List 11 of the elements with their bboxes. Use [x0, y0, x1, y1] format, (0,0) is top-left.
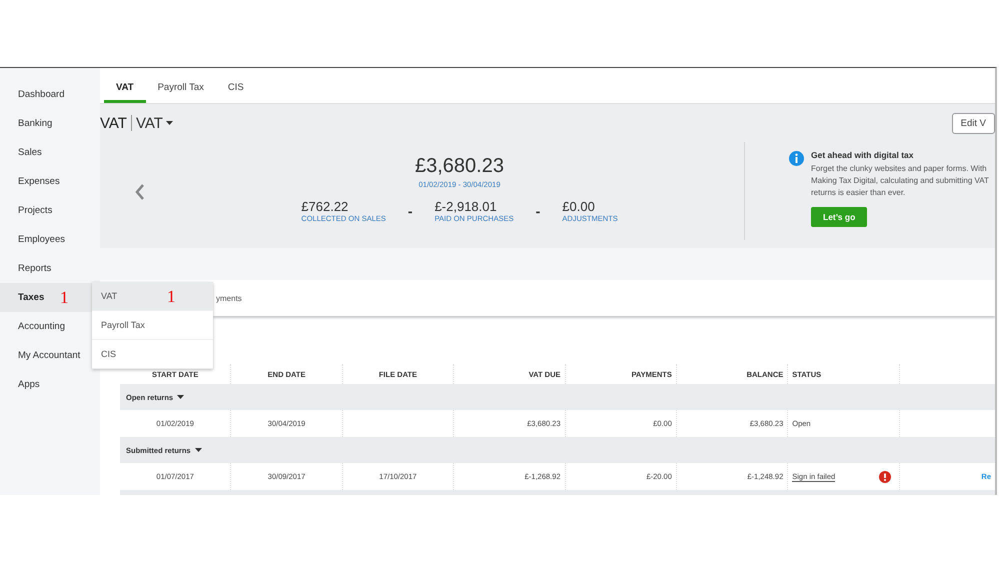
minus-sign: -	[408, 203, 413, 219]
annotation-number: 1	[167, 288, 176, 305]
page-title: VAT	[100, 114, 127, 132]
minus-sign: -	[536, 203, 540, 219]
stat-amount: £0.00	[562, 199, 596, 214]
promo-title: Get ahead with digital tax	[811, 150, 914, 160]
vat-total: £3,680.23	[415, 155, 504, 178]
annotation-number: 1	[60, 289, 68, 306]
stat-amount: £762.22	[301, 199, 350, 214]
stat-amount: £-2,918.01	[434, 199, 498, 214]
promo-text: Forget the clunky websites and paper forms. With Making Tax Digital, calculating and submitting VAT returns is easier than ever.	[811, 163, 990, 199]
